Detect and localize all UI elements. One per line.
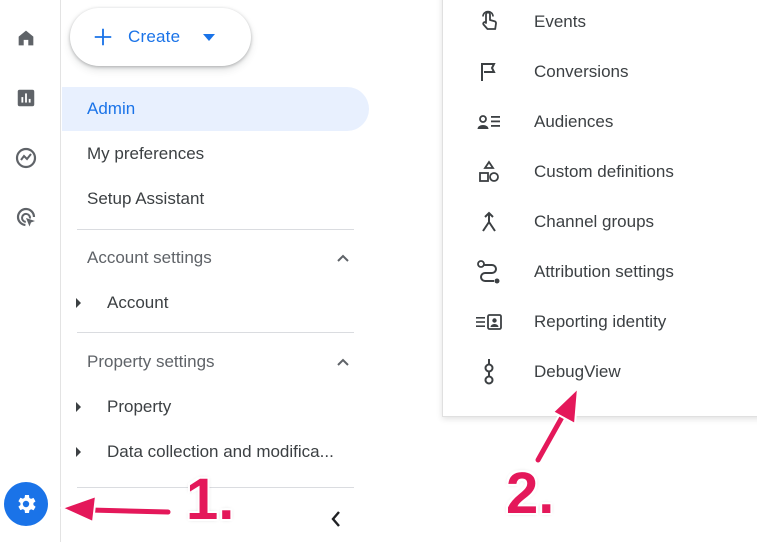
annotation-arrows [59, 385, 580, 524]
annotation-step-1: 1. [186, 467, 235, 532]
annotation-arrow-2 [533, 385, 580, 465]
annotation-arrow-1 [59, 494, 173, 524]
annotation-step-2: 2. [506, 461, 555, 526]
